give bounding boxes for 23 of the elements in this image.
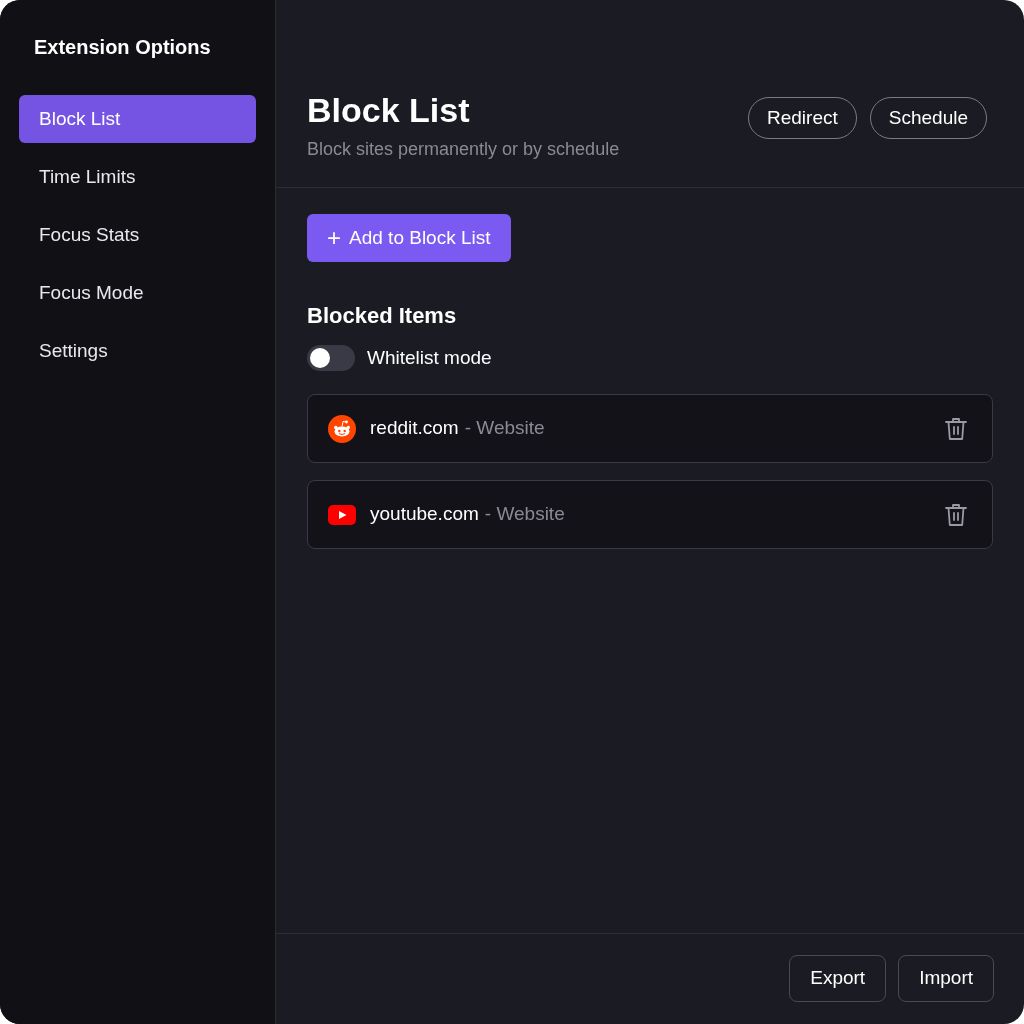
footer-button[interactable]: Import bbox=[898, 954, 994, 1002]
site-type: - Website bbox=[484, 502, 565, 527]
section-title: Blocked Items bbox=[307, 302, 458, 330]
play-button-icon bbox=[328, 504, 356, 525]
page-subtitle: Block sites permanently or by schedule bbox=[307, 138, 620, 161]
sidebar-item[interactable]: Focus Mode bbox=[19, 269, 256, 317]
trash-icon[interactable] bbox=[945, 416, 967, 441]
sidebar-item[interactable]: Block List bbox=[19, 95, 256, 143]
trash-icon[interactable] bbox=[945, 502, 967, 527]
plus-icon: + bbox=[327, 226, 341, 250]
add-to-block-list-button[interactable]: + Add to Block List bbox=[307, 214, 511, 262]
sidebar-item[interactable]: Settings bbox=[19, 327, 256, 375]
sidebar-title: Extension Options bbox=[34, 35, 212, 60]
whitelist-toggle[interactable] bbox=[307, 345, 355, 371]
page-title: Block List bbox=[307, 90, 471, 131]
site-name: youtube.com bbox=[370, 502, 479, 527]
alien-face-icon bbox=[328, 414, 356, 443]
toggle-label: Whitelist mode bbox=[367, 346, 492, 370]
sidebar-item[interactable]: Focus Stats bbox=[19, 211, 256, 259]
site-type: - Website bbox=[464, 416, 545, 441]
sidebar-item[interactable]: Time Limits bbox=[19, 153, 256, 201]
footer-button[interactable]: Export bbox=[789, 954, 887, 1002]
site-name: reddit.com bbox=[370, 416, 459, 441]
